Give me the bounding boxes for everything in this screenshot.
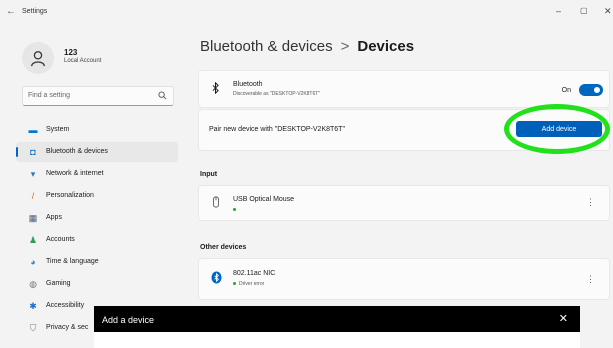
device-status (233, 207, 239, 213)
sidebar-item-label: Personalization (46, 192, 94, 199)
search-icon (158, 91, 167, 100)
device-name: USB Optical Mouse (233, 196, 295, 203)
sidebar-item-label: System (46, 126, 70, 133)
apps-icon: ▦ (28, 213, 38, 223)
dialog-title: Add a device (102, 315, 155, 325)
sidebar-item-time-language[interactable]: ◕ Time & language (16, 252, 178, 272)
page-title: Devices (357, 38, 415, 55)
toggle-state-label: On (561, 87, 571, 94)
bluetooth-title: Bluetooth (233, 81, 263, 88)
network-icon: ▾ (30, 169, 36, 179)
app-title: Settings (22, 8, 48, 15)
sidebar-item-label: Accounts (46, 236, 75, 243)
status-dot (233, 282, 236, 286)
sidebar-item-label: Bluetooth & devices (46, 148, 108, 155)
sidebar-item-accounts[interactable]: ♟ Accounts (16, 230, 178, 250)
highlight-circle (504, 104, 610, 154)
bluetooth-card: Bluetooth Discoverable as "DESKTOP-V2K8T… (198, 70, 610, 108)
sidebar-item-label: Time & language (46, 258, 99, 265)
status-dot (233, 208, 236, 212)
dialog-close-button[interactable]: ✕ (559, 312, 568, 325)
sidebar-item-network[interactable]: ▾ Network & internet (16, 164, 178, 184)
bluetooth-device-icon (211, 271, 222, 284)
device-name: 802.11ac NIC (233, 270, 276, 277)
active-indicator (16, 147, 18, 157)
maximize-button[interactable]: ▢ (580, 6, 588, 15)
section-other-devices: Other devices (200, 244, 247, 251)
dialog-title-bar: Add a device ✕ (94, 306, 580, 332)
more-options-icon[interactable]: ⋮ (586, 274, 595, 285)
mouse-icon (213, 196, 219, 208)
toggle-knob (594, 87, 600, 93)
shield-icon: ⛉ (29, 323, 37, 333)
account-type: Local Account (64, 58, 102, 64)
sidebar-item-label: Gaming (46, 280, 71, 287)
breadcrumb: Bluetooth & devices > Devices (200, 38, 414, 55)
bluetooth-icon (212, 82, 219, 94)
add-device-dialog: Add a device ✕ (94, 306, 580, 348)
bluetooth-devices-icon: ◘ (30, 147, 36, 157)
minimize-button[interactable]: – (556, 6, 561, 16)
sidebar-item-label: Privacy & sec (46, 324, 89, 331)
section-input: Input (200, 171, 218, 178)
pair-text: Pair new device with "DESKTOP-V2K8T6T" (209, 126, 345, 133)
sidebar-item-system[interactable]: ▬ System (16, 120, 178, 140)
avatar (22, 42, 54, 74)
search-input[interactable]: Find a setting (22, 86, 174, 106)
back-arrow-icon[interactable]: ← (6, 6, 16, 17)
device-row-mouse[interactable]: USB Optical Mouse ⋮ (198, 185, 610, 221)
search-placeholder: Find a setting (28, 92, 71, 99)
time-language-icon: ◕ (30, 257, 36, 267)
device-status: Driver error (233, 281, 264, 287)
bluetooth-toggle[interactable] (579, 84, 603, 96)
more-options-icon[interactable]: ⋮ (586, 197, 595, 208)
gaming-icon: ◍ (29, 279, 37, 289)
sidebar-item-label: Network & internet (46, 170, 104, 177)
brush-icon: / (31, 191, 35, 201)
breadcrumb-parent[interactable]: Bluetooth & devices (200, 38, 333, 55)
accounts-icon: ♟ (28, 235, 38, 245)
bluetooth-subtitle: Discoverable as "DESKTOP-V2K8T6T" (233, 91, 321, 97)
user-icon (31, 51, 45, 67)
breadcrumb-separator: > (340, 38, 350, 55)
user-profile[interactable]: 123 Local Account (22, 42, 182, 78)
sidebar-item-label: Apps (46, 214, 62, 221)
sidebar-item-label: Accessibility (46, 302, 85, 309)
system-icon: ▬ (28, 125, 38, 135)
sidebar-item-apps[interactable]: ▦ Apps (16, 208, 178, 228)
user-name: 123 (64, 48, 78, 57)
sidebar-item-personalization[interactable]: / Personalization (16, 186, 178, 206)
sidebar-item-bluetooth-devices[interactable]: ◘ Bluetooth & devices (16, 142, 178, 162)
sidebar-item-gaming[interactable]: ◍ Gaming (16, 274, 178, 294)
close-window-button[interactable]: ✕ (604, 6, 612, 17)
device-row-nic[interactable]: 802.11ac NIC Driver error ⋮ (198, 258, 610, 300)
title-bar: ← Settings – ▢ ✕ (0, 0, 613, 26)
accessibility-icon: ✱ (29, 301, 37, 311)
